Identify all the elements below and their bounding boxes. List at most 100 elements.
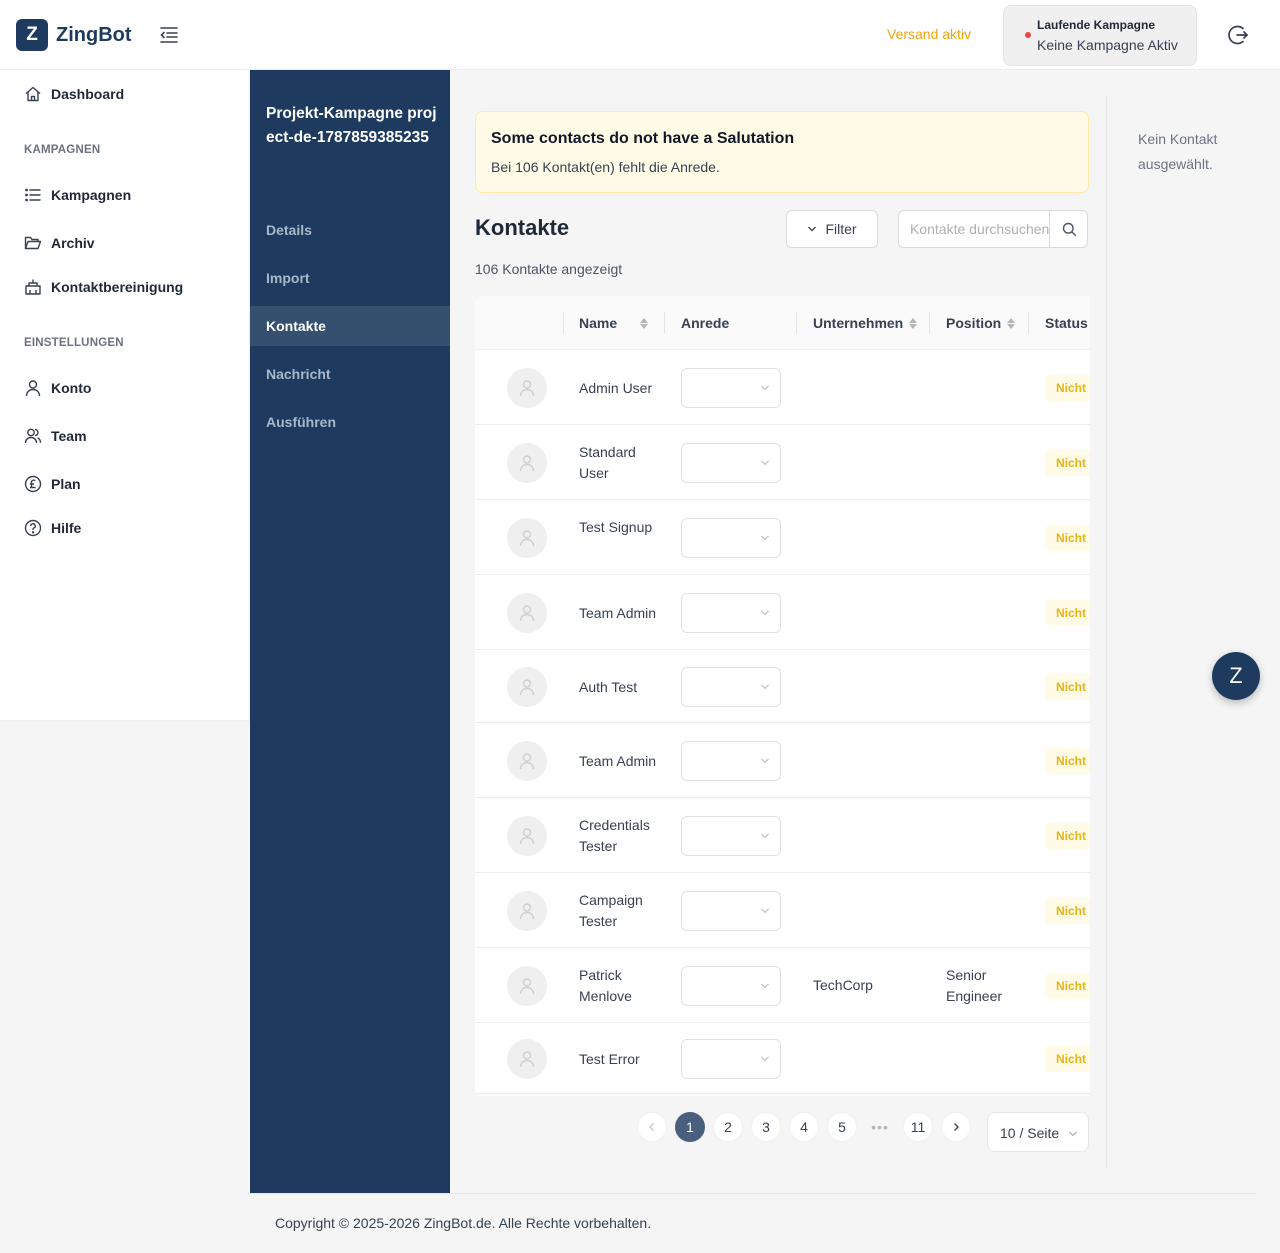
salutation-select[interactable] (681, 367, 781, 408)
top-header: Z ZingBot Versand aktiv Laufende Kampagn… (0, 0, 1280, 70)
next-page-button[interactable] (941, 1112, 971, 1142)
sidebar-item-help[interactable]: Hilfe (24, 517, 81, 539)
contact-name: Test Signup (579, 518, 653, 535)
column-separator (664, 312, 665, 334)
subnav-item-message[interactable]: Nachricht (250, 354, 450, 394)
salutation-select[interactable] (681, 517, 781, 558)
status-badge: Nicht bearbeitet (1045, 524, 1090, 551)
page-button-3[interactable]: 3 (751, 1112, 781, 1142)
status-badge: Nicht bearbeitet (1045, 673, 1090, 700)
sidebar-item-team[interactable]: Team (24, 425, 87, 447)
salutation-select[interactable] (681, 592, 781, 633)
table-row[interactable]: Patrick Menlove TechCorp Senior Engineer Ni… (475, 948, 1090, 1023)
send-status-label: Versand aktiv (887, 26, 972, 42)
salutation-select[interactable] (681, 666, 781, 707)
status-badge: Nicht bearbeitet (1045, 374, 1090, 401)
contact-name: Auth Test (579, 678, 638, 695)
contact-search (898, 210, 1088, 248)
column-label-name: Name (579, 315, 618, 331)
missing-salutation-alert: Some contacts do not have a Salutation B… (475, 111, 1089, 193)
sort-icon (1007, 317, 1016, 329)
prev-page-button[interactable] (637, 1112, 667, 1142)
contact-avatar-icon (507, 1038, 547, 1079)
search-icon (1062, 222, 1076, 236)
page-size-value: 10 / Seite (1000, 1125, 1060, 1141)
sidebar-item-archive[interactable]: Archiv (24, 232, 95, 254)
contact-company: TechCorp (813, 976, 873, 993)
column-label-status: Status (1045, 315, 1088, 331)
contact-name: Standard User (579, 443, 636, 481)
table-row[interactable]: Credentials Tester Nicht bearbeitet (475, 798, 1090, 873)
page-button-1[interactable]: 1 (675, 1112, 705, 1142)
table-row[interactable]: Campaign Tester Nicht bearbeitet (475, 873, 1090, 948)
sidebar-item-plan[interactable]: Plan (24, 473, 81, 495)
column-header-position[interactable]: Position (946, 296, 1016, 350)
main-sidebar: Dashboard KAMPAGNEN Kampagnen Archiv Kon… (0, 70, 250, 720)
column-label-company: Unternehmen (813, 315, 904, 331)
sidebar-item-campaigns[interactable]: Kampagnen (24, 184, 131, 206)
subnav-item-contacts[interactable]: Kontakte (250, 306, 450, 346)
sidebar-label-archive: Archiv (51, 235, 95, 251)
table-row[interactable]: Team Admin Nicht bearbeitet (475, 575, 1090, 650)
page-button-2[interactable]: 2 (713, 1112, 743, 1142)
sidebar-item-account[interactable]: Konto (24, 377, 91, 399)
column-separator (796, 312, 797, 334)
table-row[interactable]: Admin User Nicht bearbeitet (475, 350, 1090, 425)
contact-name: Credentials Tester (579, 816, 650, 854)
page-ellipsis[interactable]: ••• (865, 1112, 895, 1142)
sidebar-label-account: Konto (51, 380, 92, 396)
app-logo[interactable]: Z ZingBot (16, 19, 132, 51)
contact-name: Campaign Tester (579, 891, 643, 929)
subnav-item-execute[interactable]: Ausführen (250, 402, 450, 442)
table-row[interactable]: Test Error Nicht bearbeitet (475, 1023, 1090, 1094)
sidebar-label-help: Hilfe (51, 520, 82, 536)
chevron-down-icon (1069, 1131, 1077, 1137)
column-label-salutation: Anrede (681, 315, 730, 331)
sort-icon (909, 317, 918, 329)
salutation-select[interactable] (681, 740, 781, 781)
salutation-select[interactable] (681, 890, 781, 931)
search-button[interactable] (1049, 211, 1087, 247)
table-row[interactable]: Standard User Nicht bearbeitet (475, 425, 1090, 500)
subnav-item-import[interactable]: Import (250, 258, 450, 298)
sidebar-item-contact-cleanup[interactable]: Kontaktbereinigung (24, 276, 183, 298)
chat-assistant-button[interactable]: Z (1212, 652, 1260, 700)
column-separator (1028, 312, 1029, 334)
column-header-company[interactable]: Unternehmen (813, 296, 918, 350)
salutation-select[interactable] (681, 1038, 781, 1079)
contact-search-input[interactable] (899, 211, 1049, 247)
table-row[interactable]: Auth Test Nicht bearbeitet (475, 650, 1090, 723)
contact-position: Senior Engineer (946, 966, 1003, 1004)
contact-name: Admin User (579, 379, 653, 396)
sidebar-item-dashboard[interactable]: Dashboard (24, 83, 124, 105)
salutation-select[interactable] (681, 442, 781, 483)
filter-button[interactable]: Filter (786, 210, 878, 248)
filter-button-label: Filter (825, 221, 857, 237)
contact-name: Team Admin (579, 752, 657, 769)
running-campaign-box: Laufende Kampagne Keine Kampagne Aktiv (1003, 5, 1197, 66)
running-campaign-label: Laufende Kampagne (1037, 18, 1156, 32)
table-row[interactable]: Team Admin Nicht bearbeitet (475, 723, 1090, 798)
logout-icon[interactable] (1226, 23, 1250, 47)
app-name: ZingBot (56, 23, 132, 46)
sort-icon (640, 317, 649, 329)
salutation-select[interactable] (681, 965, 781, 1006)
subnav-item-details[interactable]: Details (250, 210, 450, 250)
page-button-4[interactable]: 4 (789, 1112, 819, 1142)
alert-description: Bei 106 Kontakt(en) fehlt die Anrede. (491, 159, 720, 175)
page-size-select[interactable]: 10 / Seite (987, 1112, 1089, 1152)
salutation-select[interactable] (681, 815, 781, 856)
contact-name: Team Admin (579, 604, 657, 621)
running-campaign-value: Keine Kampagne Aktiv (1037, 37, 1178, 53)
page-button-5[interactable]: 5 (827, 1112, 857, 1142)
page-button-last[interactable]: 11 (903, 1112, 933, 1142)
footer-divider (250, 1193, 1256, 1194)
collapse-sidebar-icon[interactable] (158, 24, 180, 46)
table-row[interactable]: Test Signup Nicht bearbeitet (475, 500, 1090, 575)
column-header-name[interactable]: Name (579, 296, 649, 350)
status-badge: Nicht bearbeitet (1045, 1045, 1090, 1072)
contact-name: Patrick Menlove (579, 966, 632, 1004)
clean-icon (25, 279, 41, 295)
user-icon (25, 380, 41, 397)
chevron-down-icon (808, 226, 817, 232)
